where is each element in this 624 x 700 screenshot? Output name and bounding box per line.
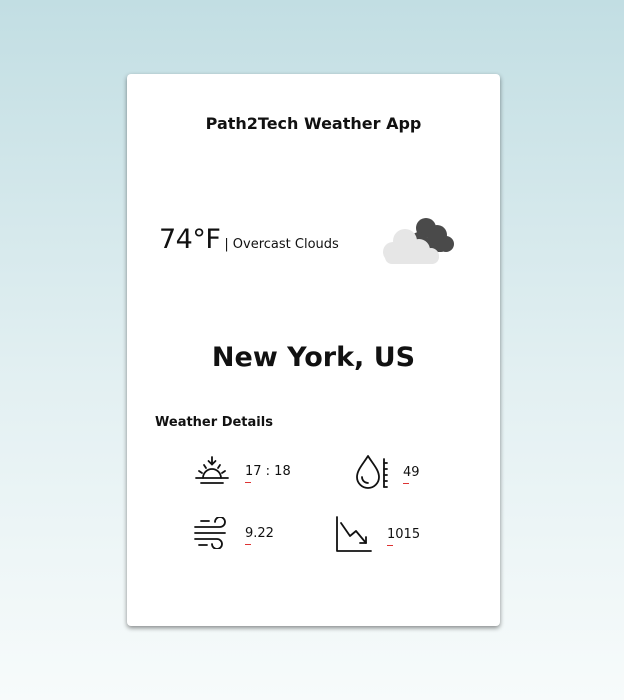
- sunset-icon: [193, 456, 231, 486]
- humidity-value: 49: [403, 464, 420, 484]
- overcast-cloud-icon: [381, 214, 457, 266]
- pressure-trend-icon: [335, 515, 373, 553]
- weather-description: Overcast Clouds: [232, 237, 339, 252]
- sunset-detail: 17 : 18: [193, 456, 291, 486]
- details-heading: Weather Details: [155, 415, 273, 430]
- weather-card: Path2Tech Weather App 74°F | Overcast Cl…: [127, 74, 500, 626]
- app-title: Path2Tech Weather App: [205, 114, 422, 133]
- city-name: New York, US: [211, 342, 416, 373]
- pressure-value: 1015: [387, 526, 421, 546]
- wind-value: 9.22: [245, 525, 274, 545]
- temperature: 74°F: [159, 224, 221, 255]
- sunset-value: 17 : 18: [245, 463, 291, 483]
- wind-detail: 9.22: [193, 517, 274, 549]
- current-conditions: 74°F | Overcast Clouds: [159, 224, 339, 255]
- wind-icon: [193, 517, 231, 549]
- humidity-icon: [355, 454, 389, 490]
- pressure-detail: 1015: [335, 515, 420, 553]
- humidity-detail: 49: [355, 454, 420, 490]
- separator: |: [224, 237, 229, 252]
